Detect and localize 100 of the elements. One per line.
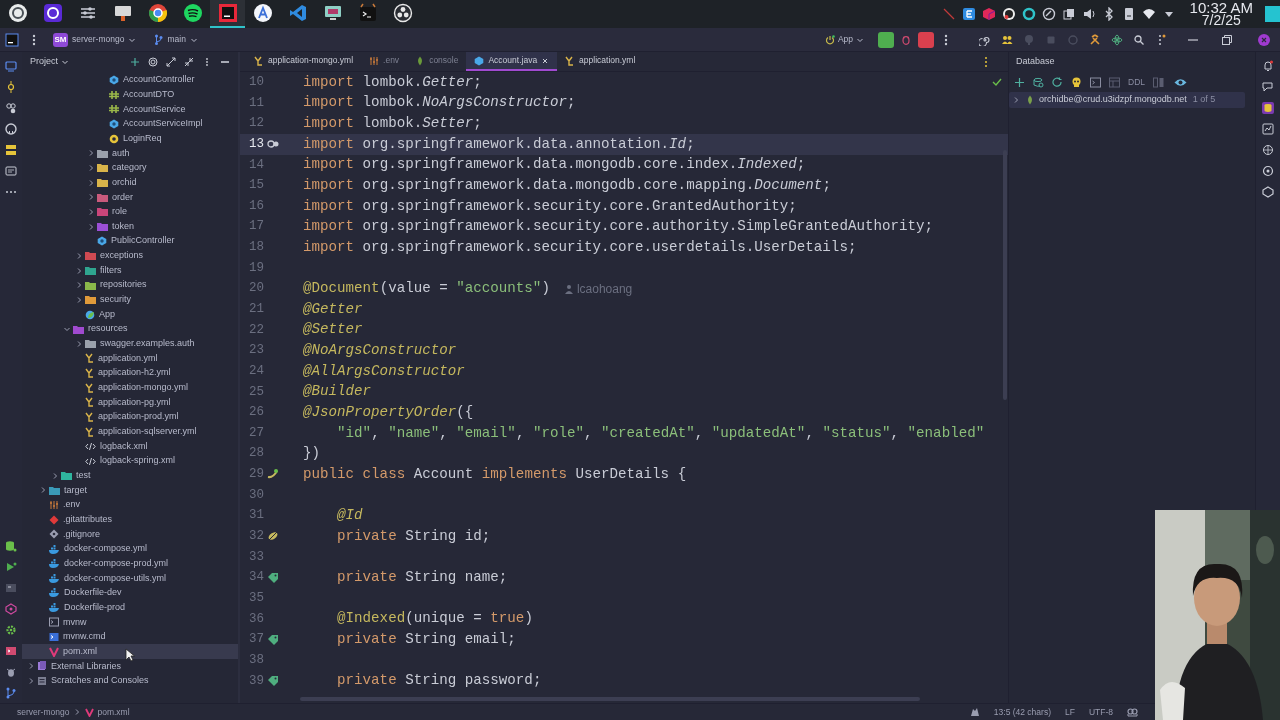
tree-item[interactable]: Scratches and Consoles [22,673,238,689]
coverage-icon[interactable] [1262,122,1274,135]
refresh-icon[interactable] [1052,76,1063,88]
database-icon[interactable] [1262,101,1274,114]
folder-icon[interactable] [5,59,17,72]
connection-item[interactable]: orchidbe@crud.u3idzpf.mongodb.net 1 of 5 [1009,92,1245,108]
commit-icon[interactable] [5,80,17,93]
tree-item[interactable]: application-sqlserver.yml [22,424,238,440]
tree-item[interactable]: order [22,189,238,205]
editor-tab[interactable]: Account.java [466,52,558,71]
run-button[interactable] [878,31,894,48]
tree-item[interactable]: LoginReq [22,131,238,146]
editor-tab[interactable]: .env [361,52,408,71]
chevron-right-icon[interactable] [87,163,95,172]
hexagon-icon[interactable] [1262,185,1274,198]
hammer-icon[interactable] [1089,33,1101,46]
gear-icon[interactable] [5,623,17,636]
bell-icon[interactable] [1262,59,1274,72]
e-app-icon[interactable] [961,7,976,21]
bug-icon[interactable] [901,34,911,45]
tree-item[interactable]: External Libraries [22,658,238,674]
expand-icon[interactable] [166,57,176,67]
database-search-icon[interactable] [1033,76,1044,88]
api-icon[interactable] [5,164,17,177]
tree-item[interactable]: AccountDTO [22,87,238,102]
tree-item[interactable]: AccountController [22,72,238,88]
chevron-right-icon[interactable] [87,149,95,158]
restore-icon[interactable] [1221,33,1233,46]
tree-item[interactable]: application-h2.yml [22,365,238,381]
editor-tab[interactable]: application.yml [557,52,644,71]
tree-item[interactable]: mvnw.cmd [22,629,238,645]
terminal-window-icon[interactable] [5,581,17,594]
cube-icon[interactable] [981,7,996,21]
target-icon[interactable] [148,57,158,67]
tree-item[interactable]: token [22,219,238,234]
chevron-right-icon[interactable] [87,193,95,202]
tree-item[interactable]: application-mongo.yml [22,380,238,396]
users-icon[interactable] [1001,33,1013,46]
chevron-right-icon[interactable] [87,207,95,216]
branch-selector[interactable]: main [154,33,198,46]
tree-item[interactable]: docker-compose-prod.yml [22,556,238,571]
stop-button[interactable] [918,31,934,48]
speaker-icon[interactable] [1081,7,1096,21]
endpoints-icon[interactable] [1262,143,1274,156]
tree-item[interactable]: .gitattributes [22,512,238,528]
gutter-mark-icon[interactable] [267,138,279,151]
tree-item[interactable]: auth [22,145,238,161]
tree-item[interactable]: docker-compose-utils.yml [22,571,238,586]
editor-tab[interactable]: console [407,52,467,71]
tree-item[interactable]: test [22,468,238,484]
tree-item[interactable]: Dockerfile-dev [22,585,238,601]
bean-icon[interactable] [267,530,279,543]
more-icon[interactable] [983,55,989,68]
recorder-tray-icon[interactable] [1001,7,1016,21]
tree-item[interactable]: AccountService [22,102,238,117]
branch-icon[interactable] [5,686,17,699]
plus-icon[interactable] [130,57,140,67]
tree-item[interactable]: category [22,160,238,176]
breadcrumb[interactable]: pom.xml [97,705,130,719]
console-icon[interactable] [1090,76,1101,88]
ide-logo-icon[interactable] [5,32,19,47]
console-icon[interactable] [5,644,17,657]
chat-icon[interactable] [1262,80,1274,93]
database-icon[interactable] [5,539,17,552]
project-switcher[interactable]: SM server-mongo [51,30,139,49]
tree-item[interactable]: .gitignore [22,527,238,542]
chevron-right-icon[interactable] [27,662,35,671]
search-icon[interactable] [1133,33,1145,46]
tree-item[interactable]: application.yml [22,351,238,366]
run-services-icon[interactable] [5,560,17,573]
bean-icon[interactable] [267,468,279,481]
ring-icon[interactable] [1021,7,1036,21]
collapse-icon[interactable] [184,57,194,67]
tree-item[interactable]: logback-spring.xml [22,453,238,469]
line-separator[interactable]: LF [1065,705,1075,719]
chevron-right-icon[interactable] [75,339,83,348]
tag-icon[interactable] [267,571,279,584]
tree-item[interactable]: .env [22,497,238,513]
file-encoding[interactable]: UTF-8 [1088,705,1113,719]
tag-icon[interactable] [267,633,279,646]
project-view-selector[interactable]: Project [30,55,69,69]
more-icon[interactable] [943,32,949,47]
tree-item[interactable]: application-pg.yml [22,395,238,410]
tree-item[interactable]: Dockerfile-prod [22,600,238,615]
tree-item[interactable]: App [22,307,238,322]
tree-item[interactable]: repositories [22,277,238,293]
eye-icon[interactable] [1174,76,1187,88]
ddl-button[interactable]: DDL [1128,75,1145,89]
chevron-right-icon[interactable] [51,471,59,480]
ai-chat-icon[interactable] [1262,164,1274,177]
atom-icon[interactable] [1111,33,1123,46]
plus-icon[interactable] [1014,76,1025,88]
tree-item[interactable]: pom.xml [22,644,238,659]
tree-item[interactable]: logback.xml [22,439,238,454]
tree-item[interactable]: orchid [22,175,238,190]
tree-item[interactable]: security [22,292,238,308]
run-config-selector[interactable]: App [824,33,864,46]
tree-item[interactable]: swagger.examples.auth [22,336,238,352]
chevron-down-icon[interactable] [63,325,71,334]
tree-item[interactable]: PublicController [22,233,238,249]
